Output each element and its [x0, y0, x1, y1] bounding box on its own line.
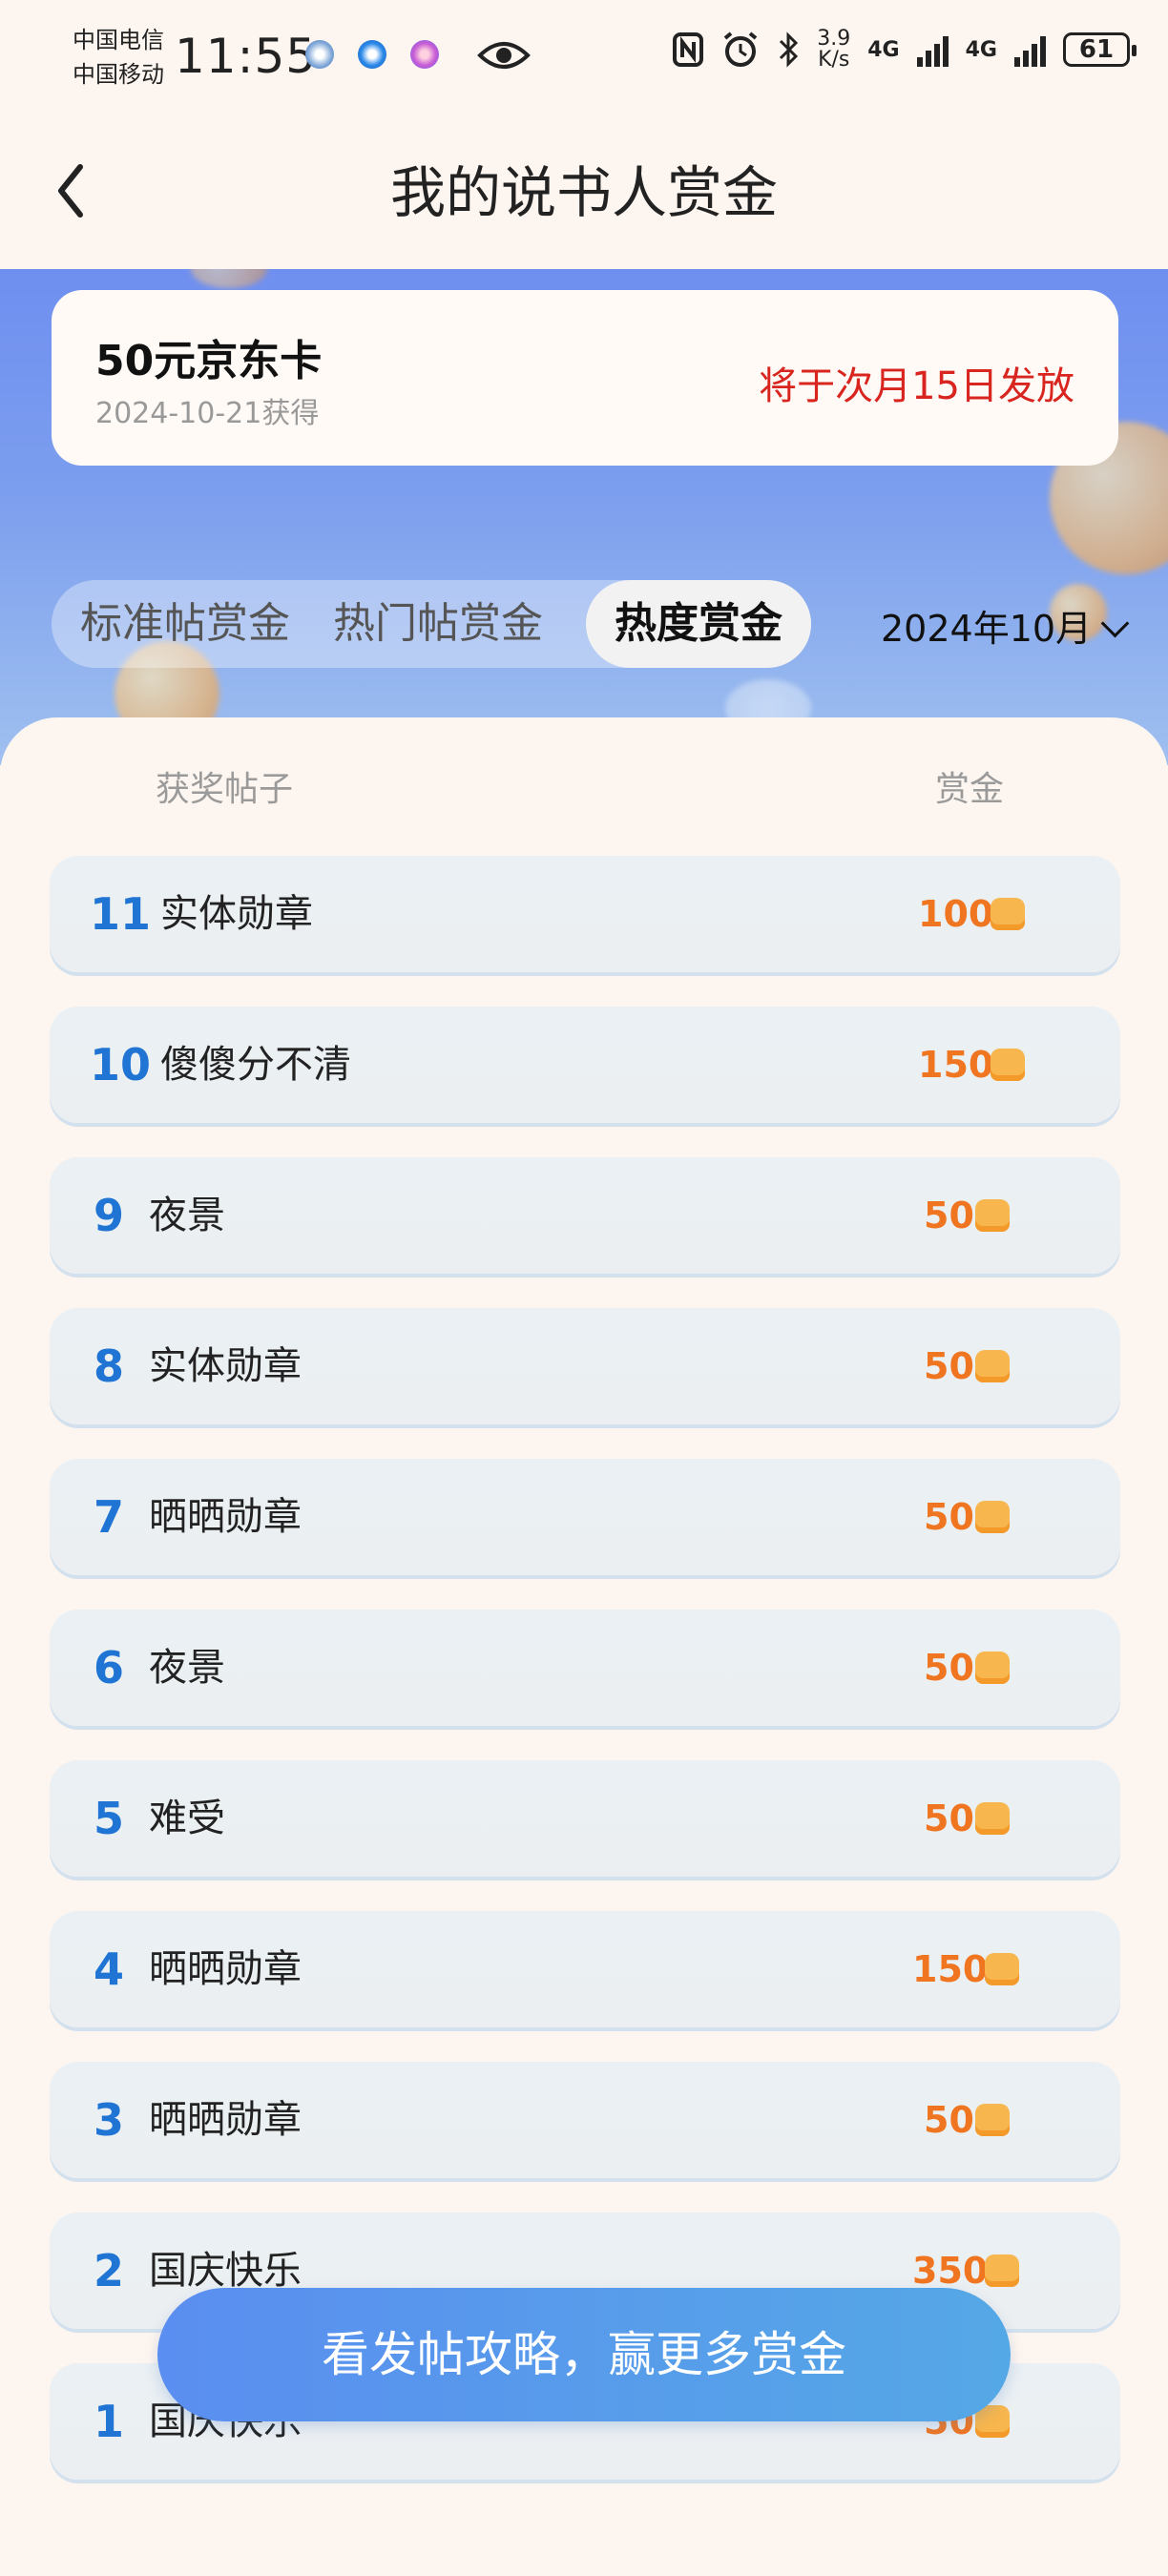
- rank-number: 3: [94, 2094, 125, 2146]
- notification-app-icon: [305, 40, 334, 69]
- gold-coin-icon: [985, 1953, 1019, 1985]
- tab-standard-reward[interactable]: 标准帖赏金: [52, 580, 319, 668]
- gold-coin-icon: [975, 1652, 1010, 1684]
- notification-app-icon: [410, 40, 439, 69]
- gold-coin-icon: [975, 1350, 1010, 1382]
- reward-amount: 150: [918, 1044, 994, 1086]
- post-title: 夜景: [149, 1194, 225, 1237]
- page-title: 我的说书人赏金: [389, 160, 778, 225]
- reward-amount: 100: [918, 893, 994, 935]
- reward-row[interactable]: 9 夜景 50: [50, 1157, 1120, 1274]
- net-speed-unit: K/s: [818, 48, 850, 72]
- system-icons: 3.9 K/s 4G 4G 61: [672, 29, 1137, 71]
- reward-row[interactable]: 11 实体勋章 100: [50, 856, 1120, 972]
- tab-hot-reward[interactable]: 热门帖赏金: [328, 580, 548, 668]
- reward-amount: 50: [924, 1647, 974, 1689]
- prize-card: 50元京东卡 2024-10-21获得 将于次月15日发放: [52, 290, 1118, 466]
- net-speed-value: 3.9: [817, 27, 851, 51]
- carrier-1: 中国电信: [73, 27, 164, 53]
- notification-app-icon: [358, 40, 386, 69]
- reward-row[interactable]: 8 实体勋章 50: [50, 1308, 1120, 1424]
- reward-row[interactable]: 10 傻傻分不清 150: [50, 1007, 1120, 1123]
- reward-amount: 150: [912, 1948, 989, 1990]
- carrier-labels: 中国电信 中国移动: [73, 23, 164, 92]
- gold-coin-icon: [985, 2254, 1019, 2287]
- rank-number: 2: [94, 2245, 125, 2296]
- post-title: 傻傻分不清: [160, 1043, 351, 1087]
- column-header-post: 获奖帖子: [156, 770, 294, 809]
- reward-amount: 50: [924, 2099, 974, 2141]
- reward-row[interactable]: 7 晒晒勋章 50: [50, 1459, 1120, 1575]
- gold-coin-icon: [975, 1802, 1010, 1835]
- network-type-1: 4G: [867, 37, 900, 62]
- carrier-2: 中国移动: [73, 61, 164, 88]
- post-title: 夜景: [149, 1646, 225, 1690]
- post-title: 实体勋章: [149, 1344, 302, 1388]
- rank-number: 11: [90, 888, 152, 940]
- prize-date: 2024-10-21获得: [95, 397, 320, 430]
- posting-guide-button[interactable]: 看发帖攻略，赢更多赏金: [157, 2288, 1011, 2421]
- battery-icon: 61: [1063, 32, 1137, 67]
- eye-comfort-icon: [477, 42, 531, 69]
- reward-amount: 50: [924, 1797, 974, 1839]
- reward-row[interactable]: 5 难受 50: [50, 1760, 1120, 1877]
- post-title: 晒晒勋章: [149, 1495, 302, 1539]
- gold-coin-icon: [975, 1501, 1010, 1533]
- post-title: 晒晒勋章: [149, 1947, 302, 1991]
- reward-row[interactable]: 6 夜景 50: [50, 1610, 1120, 1726]
- rank-number: 9: [94, 1190, 125, 1241]
- battery-level: 61: [1078, 35, 1115, 64]
- signal-icon: [916, 32, 949, 67]
- column-header-reward: 赏金: [935, 770, 1005, 809]
- chevron-down-icon: [1100, 609, 1130, 638]
- prize-title: 50元京东卡: [95, 337, 323, 385]
- nfc-icon: [673, 32, 704, 67]
- reward-tabs: 标准帖赏金 热门帖赏金 热度赏金: [52, 580, 811, 668]
- reward-row[interactable]: 3 晒晒勋章 50: [50, 2062, 1120, 2178]
- status-bar: 中国电信 中国移动 11:55 3.9 K/s 4G 4G 61: [0, 0, 1168, 114]
- rank-number: 5: [94, 1793, 125, 1844]
- reward-row[interactable]: 4 晒晒勋章 150: [50, 1911, 1120, 2027]
- clock: 11:55: [175, 29, 318, 84]
- rank-number: 10: [90, 1039, 152, 1091]
- reward-amount: 50: [924, 1496, 974, 1538]
- gold-coin-icon: [975, 1199, 1010, 1232]
- post-title: 晒晒勋章: [149, 2098, 302, 2142]
- post-title: 难受: [149, 1797, 225, 1840]
- rank-number: 4: [94, 1943, 125, 1995]
- alarm-icon: [723, 31, 758, 67]
- reward-amount: 50: [924, 1345, 974, 1387]
- signal-icon: [1014, 32, 1046, 67]
- decorative-coin: [191, 269, 267, 288]
- month-label: 2024年10月: [881, 608, 1093, 650]
- bluetooth-icon: [780, 31, 799, 68]
- prize-status: 将于次月15日发放: [759, 364, 1074, 408]
- rank-number: 6: [94, 1642, 125, 1693]
- rank-number: 8: [94, 1340, 125, 1392]
- rank-number: 7: [94, 1491, 125, 1543]
- month-selector[interactable]: 2024年10月: [881, 599, 1130, 652]
- network-type-2: 4G: [965, 37, 997, 62]
- gold-coin-icon: [975, 2104, 1010, 2136]
- gold-coin-icon: [991, 1049, 1025, 1081]
- gold-coin-icon: [991, 898, 1025, 930]
- reward-amount: 50: [924, 1195, 974, 1236]
- post-title: 实体勋章: [160, 892, 313, 936]
- tab-heat-reward[interactable]: 热度赏金: [586, 580, 811, 668]
- rank-number: 1: [94, 2396, 125, 2447]
- net-speed: 3.9 K/s: [817, 29, 850, 71]
